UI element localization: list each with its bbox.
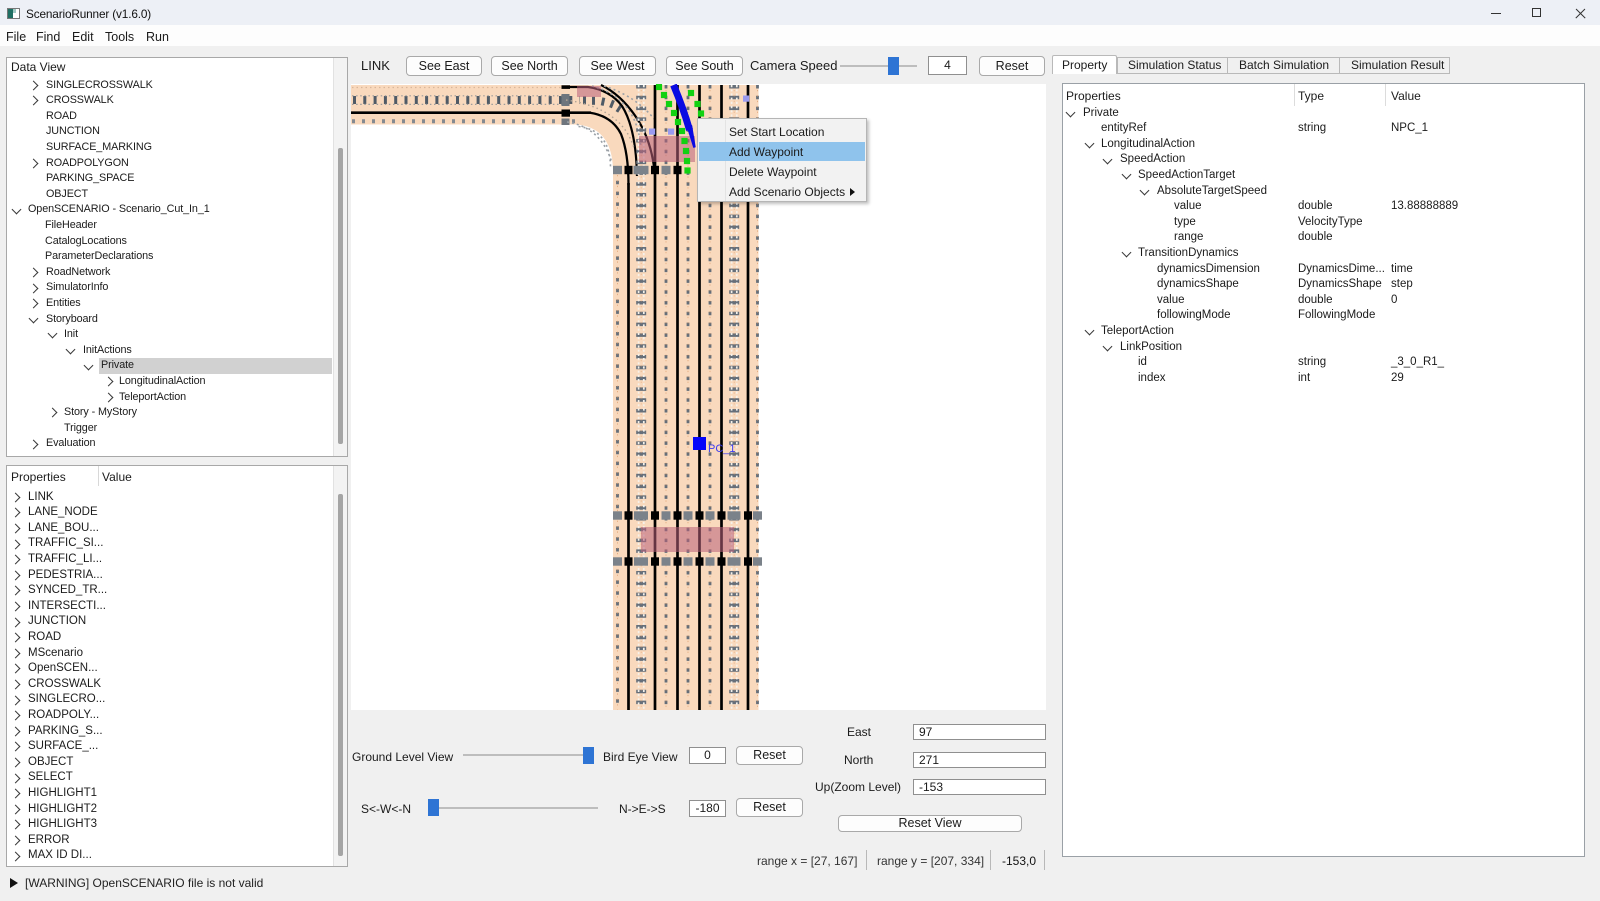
- svg-text:PC_1: PC_1: [708, 443, 736, 455]
